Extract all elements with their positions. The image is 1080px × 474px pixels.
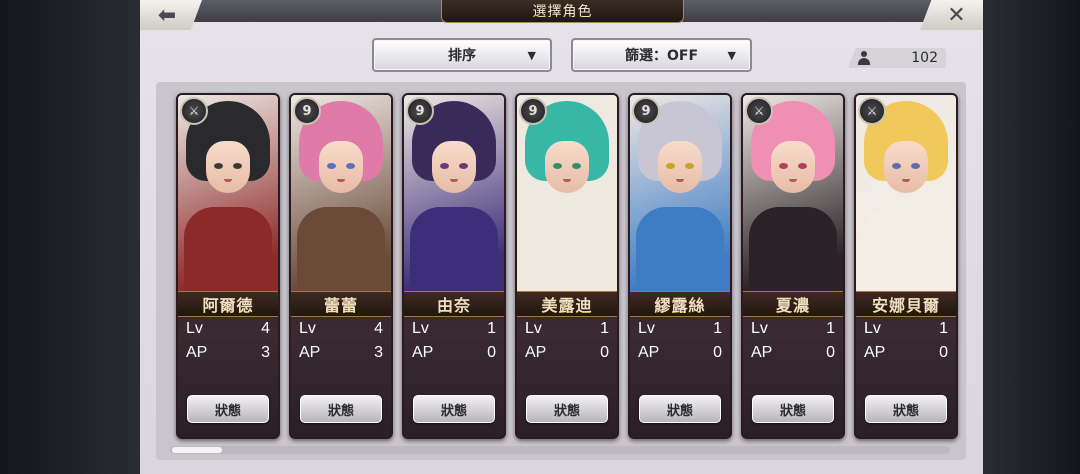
level-value: 1 [826,320,835,337]
ap-label: AP [864,344,886,361]
title-plate: 選擇角色 [441,0,684,23]
roster-count: 102 [848,48,946,68]
close-x-icon: ✕ [947,2,966,28]
character-name: 蕾蕾 [291,291,391,317]
roster-count-value: 102 [911,50,938,66]
character-card[interactable]: ⚔ 阿爾德 Lv 4 AP 3 狀態 [176,93,280,439]
ap-label: AP [525,344,547,361]
scrollbar-thumb[interactable] [172,447,222,453]
ap-label: AP [299,344,321,361]
status-button[interactable]: 狀態 [300,395,382,423]
level-row: Lv 4 [299,320,383,340]
ap-row: AP 0 [864,344,948,364]
chevron-down-icon: ▼ [527,48,536,62]
level-label: Lv [186,320,203,337]
level-label: Lv [412,320,429,337]
ap-label: AP [186,344,208,361]
rank-badge-icon: 9 [632,97,660,125]
filter-label: 篩選：OFF [624,48,699,64]
character-name: 由奈 [404,291,504,317]
level-label: Lv [299,320,316,337]
filter-dropdown[interactable]: 篩選：OFF ▼ [571,38,752,72]
level-row: Lv 1 [412,320,496,340]
level-value: 1 [487,320,496,337]
character-card[interactable]: ⚔ 夏濃 Lv 1 AP 0 狀態 [741,93,845,439]
level-row: Lv 4 [186,320,270,340]
sort-dropdown[interactable]: 排序 ▼ [372,38,552,72]
character-card[interactable]: 9 蕾蕾 Lv 4 AP 3 狀態 [289,93,393,439]
ap-row: AP 3 [299,344,383,364]
character-name: 繆露絲 [630,291,730,317]
ap-row: AP 0 [638,344,722,364]
ap-value: 0 [826,344,835,361]
rank-badge-icon: 9 [519,97,547,125]
level-value: 4 [374,320,383,337]
character-name: 阿爾德 [178,291,278,317]
sort-label: 排序 [448,48,476,64]
character-card[interactable]: 9 由奈 Lv 1 AP 0 狀態 [402,93,506,439]
ap-label: AP [751,344,773,361]
rank-badge-icon: 9 [406,97,434,125]
ap-value: 0 [939,344,948,361]
level-label: Lv [864,320,881,337]
sword-badge-icon: ⚔ [745,97,773,125]
level-value: 4 [261,320,270,337]
ap-value: 3 [374,344,383,361]
left-backdrop [0,0,140,474]
character-name: 美露迪 [517,291,617,317]
status-button[interactable]: 狀態 [639,395,721,423]
ap-row: AP 0 [751,344,835,364]
character-card[interactable]: 9 美露迪 Lv 1 AP 0 狀態 [515,93,619,439]
ap-row: AP 0 [412,344,496,364]
level-label: Lv [525,320,542,337]
sword-badge-icon: ⚔ [180,97,208,125]
level-row: Lv 1 [864,320,948,340]
status-button[interactable]: 狀態 [526,395,608,423]
scrollbar-track[interactable] [170,446,950,454]
level-value: 1 [600,320,609,337]
character-name: 安娜貝爾 [856,291,956,317]
ap-row: AP 3 [186,344,270,364]
character-card[interactable]: ⚔ 安娜貝爾 Lv 1 AP 0 狀態 [854,93,958,439]
level-label: Lv [638,320,655,337]
ap-label: AP [638,344,660,361]
status-button[interactable]: 狀態 [752,395,834,423]
status-button[interactable]: 狀態 [865,395,947,423]
person-icon [858,51,870,65]
status-button[interactable]: 狀態 [187,395,269,423]
back-arrow-icon: ⬅ [157,2,177,28]
ap-label: AP [412,344,434,361]
level-value: 1 [713,320,722,337]
ap-value: 0 [487,344,496,361]
ap-value: 0 [713,344,722,361]
character-card[interactable]: 9 繆露絲 Lv 1 AP 0 狀態 [628,93,732,439]
sword-badge-icon: ⚔ [858,97,886,125]
ap-value: 0 [600,344,609,361]
ap-value: 3 [261,344,270,361]
ap-row: AP 0 [525,344,609,364]
page-title: 選擇角色 [532,4,593,20]
chevron-down-icon: ▼ [727,48,736,62]
level-label: Lv [751,320,768,337]
level-row: Lv 1 [751,320,835,340]
status-button[interactable]: 狀態 [413,395,495,423]
level-row: Lv 1 [525,320,609,340]
rank-badge-icon: 9 [293,97,321,125]
level-row: Lv 1 [638,320,722,340]
right-backdrop [980,0,1080,474]
character-name: 夏濃 [743,291,843,317]
level-value: 1 [939,320,948,337]
